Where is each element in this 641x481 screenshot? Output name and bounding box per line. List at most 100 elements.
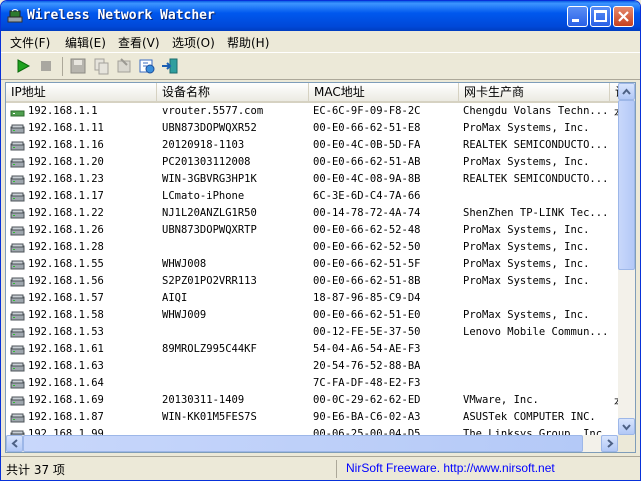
cell-vendor: ProMax Systems, Inc. [463, 309, 590, 321]
vertical-scrollbar[interactable] [618, 83, 635, 435]
table-row[interactable]: 192.168.1.11 UBN873DOPWQXR52 00-E0-66-62-5… [6, 120, 635, 137]
vertical-scroll-thumb[interactable] [618, 100, 635, 270]
cell-ip: 192.168.1.26 [28, 224, 104, 236]
table-row[interactable]: 192.168.1.56 S2PZ01PO2VRR113 00-E0-66-62-5… [6, 273, 635, 290]
properties-icon[interactable] [115, 57, 133, 75]
horizontal-scroll-thumb[interactable] [23, 435, 583, 452]
cell-name: UBN873DOPWQXR52 [162, 122, 257, 134]
cell-ip: 192.168.1.16 [28, 139, 104, 151]
arrow-left-icon [11, 439, 18, 448]
table-row[interactable]: 192.168.1.55 WHWJ008 00-E0-66-62-51-5F ProM… [6, 256, 635, 273]
cell-name: vrouter.5577.com [162, 105, 264, 117]
network-device-icon [10, 124, 25, 134]
cell-ip: 192.168.1.1 [28, 105, 98, 117]
cell-mac: 00-14-78-72-4A-74 [313, 207, 421, 219]
cell-mac: 90-E6-BA-C6-02-A3 [313, 411, 421, 423]
table-row[interactable]: 192.168.1.57 AIQI 18-87-96-85-C9-D4 [6, 290, 635, 307]
horizontal-scrollbar[interactable] [6, 435, 618, 452]
menu-options[interactable]: 选项(O) [172, 34, 215, 51]
cell-mac: EC-6C-9F-09-F8-2C [313, 105, 421, 117]
cell-mac: 6C-3E-6D-C4-7A-66 [313, 190, 421, 202]
cell-mac: 00-0C-29-62-62-ED [313, 394, 421, 406]
table-row[interactable]: 192.168.1.23 WIN-3GBVRG3HP1K 00-E0-4C-08-9… [6, 171, 635, 188]
play-icon[interactable] [14, 57, 32, 75]
network-device-icon [10, 379, 25, 389]
save-icon[interactable] [69, 57, 87, 75]
network-device-icon [10, 192, 25, 202]
cell-name: PC201303112008 [162, 156, 251, 168]
scroll-up-button[interactable] [618, 83, 635, 100]
table-row[interactable]: 192.168.1.53 00-12-FE-5E-37-50 Lenovo Mobi… [6, 324, 635, 341]
cell-vendor: REALTEK SEMICONDUCTO... [463, 139, 609, 151]
table-row[interactable]: 192.168.1.1 vrouter.5577.com EC-6C-9F-09-F… [6, 103, 635, 120]
status-separator [336, 460, 337, 478]
cell-mac: 54-04-A6-54-AE-F3 [313, 343, 421, 355]
cell-mac: 00-E0-66-62-51-5F [313, 258, 421, 270]
maximize-icon [594, 10, 607, 22]
table-row[interactable]: 192.168.1.17 LCmato-iPhone 6C-3E-6D-C4-7A-… [6, 188, 635, 205]
network-device-icon [10, 413, 25, 423]
app-icon [7, 9, 23, 23]
scrollbar-corner [618, 435, 635, 452]
maximize-button[interactable] [590, 6, 611, 27]
cell-name: 20120918-1103 [162, 139, 245, 151]
menu-view[interactable]: 查看(V) [118, 34, 160, 51]
column-header-mac[interactable]: MAC地址 [309, 83, 459, 101]
minimize-icon [572, 19, 579, 22]
scroll-right-button[interactable] [601, 435, 618, 452]
menu-edit[interactable]: 编辑(E) [65, 34, 106, 51]
cell-mac: 00-E0-4C-0B-5D-FA [313, 139, 421, 151]
refresh-icon[interactable] [138, 57, 156, 75]
cell-name: NJ1L20ANZLG1R50 [162, 207, 257, 219]
nirsoft-link[interactable]: NirSoft Freeware. http://www.nirsoft.net [346, 461, 555, 475]
stop-icon[interactable] [37, 57, 55, 75]
cell-ip: 192.168.1.17 [28, 190, 104, 202]
table-row[interactable]: 192.168.1.58 WHWJ009 00-E0-66-62-51-E0 ProM… [6, 307, 635, 324]
table-row[interactable]: 192.168.1.20 PC201303112008 00-E0-66-62-51… [6, 154, 635, 171]
cell-ip: 192.168.1.87 [28, 411, 104, 423]
table-row[interactable]: 192.168.1.61 89MROLZ995C44KF 54-04-A6-54-A… [6, 341, 635, 358]
column-header-ip[interactable]: IP地址 [6, 83, 157, 101]
cell-mac: 7C-FA-DF-48-E2-F3 [313, 377, 421, 389]
table-row[interactable]: 192.168.1.28 00-E0-66-62-52-50 ProMax Syst… [6, 239, 635, 256]
exit-icon[interactable] [161, 57, 179, 75]
cell-mac: 00-E0-66-62-51-E8 [313, 122, 421, 134]
menu-file[interactable]: 文件(F) [10, 34, 50, 51]
cell-ip: 192.168.1.58 [28, 309, 104, 321]
cell-ip: 192.168.1.23 [28, 173, 104, 185]
scroll-left-button[interactable] [6, 435, 23, 452]
table-row[interactable]: 192.168.1.16 20120918-1103 00-E0-4C-0B-5D-… [6, 137, 635, 154]
close-button[interactable] [613, 6, 634, 27]
cell-vendor: VMware, Inc. [463, 394, 539, 406]
cell-ip: 192.168.1.56 [28, 275, 104, 287]
title-bar[interactable]: Wireless Network Watcher [1, 1, 640, 31]
minimize-button[interactable] [567, 6, 588, 27]
network-device-icon [10, 243, 25, 253]
cell-ip: 192.168.1.28 [28, 241, 104, 253]
cell-ip: 192.168.1.64 [28, 377, 104, 389]
cell-ip: 192.168.1.61 [28, 343, 104, 355]
column-header-device-name[interactable]: 设备名称 [157, 83, 309, 101]
cell-vendor: ProMax Systems, Inc. [463, 241, 590, 253]
app-window: Wireless Network Watcher 文件(F) 编辑(E) 查看(… [0, 0, 641, 481]
menu-help[interactable]: 帮助(H) [227, 34, 269, 51]
router-icon [10, 110, 25, 117]
table-row[interactable]: 192.168.1.63 20-54-76-52-88-BA [6, 358, 635, 375]
copy-icon[interactable] [92, 57, 110, 75]
table-row[interactable]: 192.168.1.87 WIN-KK01M5FES7S 90-E6-BA-C6-0… [6, 409, 635, 426]
table-row[interactable]: 192.168.1.64 7C-FA-DF-48-E2-F3 [6, 375, 635, 392]
cell-name: WIN-3GBVRG3HP1K [162, 173, 257, 185]
arrow-right-icon [607, 439, 614, 448]
cell-vendor: ProMax Systems, Inc. [463, 258, 590, 270]
cell-mac: 00-E0-66-62-51-E0 [313, 309, 421, 321]
table-row[interactable]: 192.168.1.26 UBN873DOPWQXRTP 00-E0-66-62-5… [6, 222, 635, 239]
network-device-icon [10, 311, 25, 321]
network-device-icon [10, 158, 25, 168]
table-row[interactable]: 192.168.1.22 NJ1L20ANZLG1R50 00-14-78-72-4… [6, 205, 635, 222]
cell-vendor: Chengdu Volans Techn... [463, 105, 609, 117]
column-header-vendor[interactable]: 网卡生产商 [459, 83, 610, 101]
cell-mac: 00-E0-4C-08-9A-8B [313, 173, 421, 185]
table-row[interactable]: 192.168.1.69 20130311-1409 00-0C-29-62-62-… [6, 392, 635, 409]
scroll-down-button[interactable] [618, 418, 635, 435]
device-list[interactable]: IP地址 设备名称 MAC地址 网卡生产商 设 192.168.1.1 vrout… [5, 82, 636, 453]
